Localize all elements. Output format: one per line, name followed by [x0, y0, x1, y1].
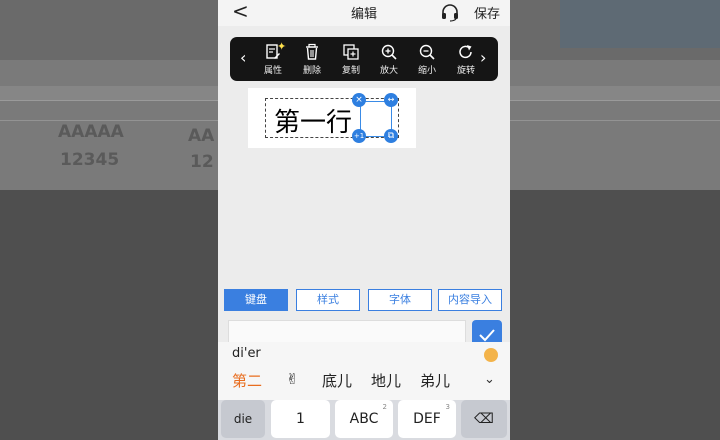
copy-icon [343, 44, 359, 60]
background-sample-text-2: 12345 [60, 150, 120, 170]
emoji-icon[interactable] [484, 348, 498, 362]
toolbar-next-button[interactable]: › [480, 48, 486, 67]
tool-properties[interactable]: ✦ 属性 [257, 40, 289, 76]
tool-rotate[interactable]: 旋转 [450, 43, 482, 76]
background-sample-text-1: AAAAA [58, 122, 124, 142]
key-label: 1 [296, 411, 305, 427]
tab-style[interactable]: 样式 [296, 289, 360, 311]
key-label: DEF [413, 411, 441, 427]
tab-content-import[interactable]: 内容导入 [438, 289, 502, 311]
edit-toolbar: ‹ ✦ 属性 删除 复制 放大 缩小 旋转 › [230, 37, 498, 81]
key-number-hint: 3 [445, 403, 450, 411]
top-bar: < 编辑 保存 [218, 0, 510, 26]
key-row: die 1 2 ABC 3 DEF ⌫ [218, 400, 510, 440]
background-panel [560, 0, 720, 48]
key-number-hint: 2 [382, 403, 387, 411]
background-sample-text-3: AA [188, 126, 215, 146]
backspace-key[interactable]: ⌫ [461, 400, 507, 438]
trash-icon [306, 43, 318, 60]
delete-handle-icon[interactable]: × [352, 93, 366, 107]
key-label: die [233, 412, 253, 426]
text-element-content: 第一行 [274, 108, 353, 138]
tool-label: 放大 [379, 66, 398, 76]
tool-delete[interactable]: 删除 [296, 43, 328, 76]
zoom-out-icon [419, 44, 435, 60]
key-segment[interactable]: die [221, 400, 265, 438]
candidate-item[interactable]: 第二 [232, 370, 262, 391]
key-1[interactable]: 1 [271, 400, 330, 438]
tool-label: 复制 [341, 66, 360, 76]
toolbar-prev-button[interactable]: ‹ [240, 48, 246, 67]
key-abc[interactable]: 2 ABC [335, 400, 393, 438]
label-canvas[interactable]: 第一行 × ↔ +1 ⧉ [248, 88, 416, 148]
phone-screen: < 编辑 保存 ‹ ✦ 属性 删除 复制 放大 缩小 旋转 › 第一行 × ↔ … [218, 0, 510, 440]
ime-keyboard: di'er 第二 ✌ 底儿 地儿 弟儿 ⌄ die 1 2 ABC 3 DEF [218, 342, 510, 440]
tab-keyboard[interactable]: 键盘 [224, 289, 288, 311]
tool-label: 属性 [263, 66, 282, 76]
text-element[interactable]: 第一行 [265, 98, 399, 138]
page-title: 编辑 [350, 7, 377, 22]
tool-zoom-out[interactable]: 缩小 [411, 43, 443, 76]
tool-label: 缩小 [417, 66, 436, 76]
edit-tabs: 键盘 样式 字体 内容导入 [224, 289, 504, 311]
key-def[interactable]: 3 DEF [398, 400, 456, 438]
resize-handle-icon[interactable]: ↔ [384, 93, 398, 107]
expand-candidates-button[interactable]: ⌄ [484, 372, 495, 387]
tab-font[interactable]: 字体 [368, 289, 432, 311]
key-label: ABC [349, 411, 379, 427]
candidate-item[interactable]: ✌ [286, 370, 299, 388]
tool-zoom-in[interactable]: 放大 [373, 43, 405, 76]
tool-copy[interactable]: 复制 [335, 43, 367, 76]
candidate-item[interactable]: 底儿 [322, 370, 352, 391]
backspace-icon: ⌫ [474, 411, 494, 427]
background-sample-text-4: 12 [190, 152, 214, 172]
copy-handle-icon[interactable]: ⧉ [384, 129, 398, 143]
rotate-icon [459, 45, 472, 59]
headset-icon[interactable] [440, 2, 460, 22]
tool-label: 删除 [302, 66, 321, 76]
save-button[interactable]: 保存 [474, 3, 500, 22]
tool-label: 旋转 [456, 66, 475, 76]
zoom-in-icon [381, 44, 397, 60]
sparkle-icon: ✦ [277, 40, 287, 53]
candidate-bar: 第二 ✌ 底儿 地儿 弟儿 ⌄ [218, 370, 510, 394]
pinyin-composition: di'er [232, 346, 261, 361]
add-handle-icon[interactable]: +1 [352, 129, 366, 143]
